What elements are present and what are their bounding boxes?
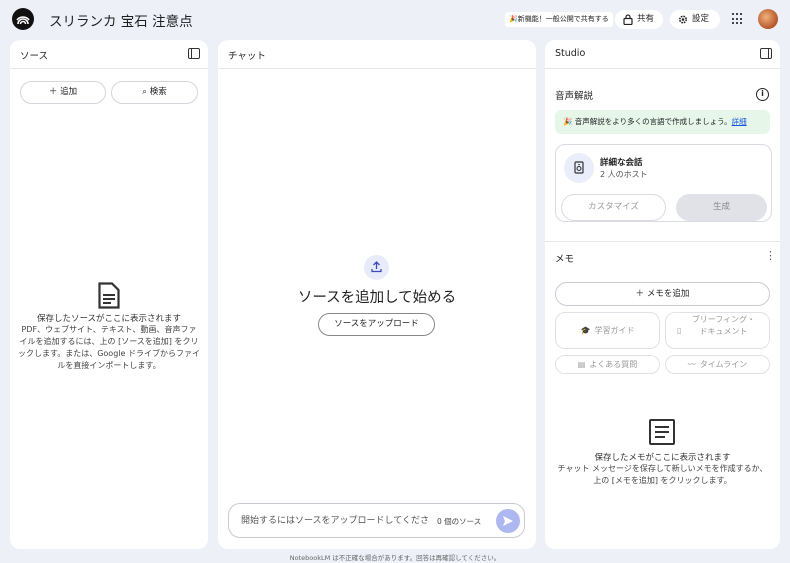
settings-label: 設定: [692, 14, 710, 24]
timeline-label: タイムライン: [699, 360, 748, 369]
announcement-badge[interactable]: 🎉新機能！一般公開で共有する: [505, 12, 613, 27]
share-button[interactable]: 共有: [615, 10, 663, 29]
chat-panel: チャット ソースを追加して始める ソースをアップロード 0 個のソース: [218, 40, 536, 549]
audio-language-banner: 🎉 音声解説をより多くの言語で作成しましょう。詳細: [555, 110, 770, 134]
studio-divider: [545, 241, 780, 242]
timeline-button[interactable]: 〰タイムライン: [665, 355, 770, 374]
faq-label: よくある質問: [589, 360, 638, 369]
timeline-icon: 〰: [687, 360, 696, 369]
sources-panel: ソース ＋ 追加 ⌕ 検索 保存したソースがここに表示されます PDF、ウェブサ…: [10, 40, 208, 549]
search-source-button[interactable]: ⌕ 検索: [111, 81, 198, 104]
faq-button[interactable]: ▤ よくある質問: [555, 355, 660, 374]
sources-title: ソース: [20, 51, 49, 62]
lock-icon: [623, 14, 633, 25]
notebook-title[interactable]: スリランカ 宝石 注意点: [49, 10, 193, 30]
collapse-sources-icon[interactable]: [188, 48, 200, 59]
send-button[interactable]: [496, 509, 520, 533]
sources-empty-title: 保存したソースがここに表示されます: [36, 314, 182, 324]
top-bar: スリランカ 宝石 注意点 🎉新機能！一般公開で共有する 共有 設定: [0, 0, 790, 38]
search-label: 検索: [149, 87, 167, 97]
discover-icon: ⌕: [142, 87, 150, 97]
speaker-icon: [564, 153, 594, 183]
share-label: 共有: [637, 14, 655, 24]
avatar[interactable]: [758, 9, 778, 29]
conversation-title: 詳細な会話: [600, 158, 643, 168]
disclaimer-footer: NotebookLM は不正確な場合があります。回答は再確認してください。: [289, 554, 501, 562]
notebooklm-logo-icon[interactable]: [12, 8, 34, 30]
audio-overview-title: 音声解説: [555, 91, 594, 102]
add-memo-button[interactable]: ＋ メモを追加: [555, 282, 770, 306]
generate-button[interactable]: 生成: [676, 194, 767, 221]
briefing-doc-button[interactable]: ▯ ブリーフィング・ドキュメント: [665, 312, 770, 349]
settings-button[interactable]: 設定: [670, 10, 720, 29]
briefing-doc-label: ブリーフィング・ドキュメント: [691, 315, 756, 336]
document-icon: [98, 282, 120, 309]
graduation-cap-icon: 🎓: [580, 326, 591, 335]
source-count: 0 個のソース: [437, 517, 482, 526]
audio-conversation-card: 詳細な会話 2 人のホスト カスタマイズ 生成: [555, 144, 772, 222]
announcement-text: 新機能！一般公開で共有する: [517, 15, 609, 23]
collapse-studio-icon[interactable]: [760, 48, 772, 59]
memo-empty-body: チャット メッセージを保存して新しいメモを作成するか、上の [メモを追加] をク…: [557, 464, 768, 485]
chat-title: チャット: [228, 51, 266, 62]
chat-input-container: 0 個のソース: [228, 503, 525, 538]
studio-header: Studio: [545, 40, 780, 69]
apps-grid-icon[interactable]: [732, 13, 744, 25]
more-options-icon[interactable]: ⋮: [765, 250, 776, 262]
faq-icon: ▤: [577, 360, 586, 369]
party-icon: 🎉: [563, 117, 575, 126]
conversation-subtitle: 2 人のホスト: [600, 170, 648, 179]
add-source-button[interactable]: ＋ 追加: [20, 81, 106, 104]
memo-empty-title: 保存したメモがここに表示されます: [594, 453, 731, 463]
audio-banner-link[interactable]: 詳細: [732, 117, 747, 126]
audio-banner-text: 音声解説をより多くの言語で作成しましょう。: [574, 117, 732, 126]
chat-header: チャット: [218, 40, 536, 69]
study-guide-label: 学習ガイド: [594, 326, 635, 335]
chat-input[interactable]: [241, 514, 428, 528]
studio-title: Studio: [555, 48, 586, 59]
upload-source-button[interactable]: ソースをアップロード: [318, 313, 435, 336]
send-icon: [503, 516, 513, 526]
document-icon: ▯: [677, 326, 682, 335]
upload-icon: [364, 255, 389, 280]
studio-panel: Studio 音声解説 i 🎉 音声解説をより多くの言語で作成しましょう。詳細 …: [545, 40, 780, 549]
sources-header: ソース: [10, 40, 208, 69]
gear-icon: [678, 15, 688, 24]
study-guide-button[interactable]: 🎓 学習ガイド: [555, 312, 660, 349]
chat-empty-heading: ソースを追加して始める: [297, 290, 457, 306]
note-icon: [649, 419, 675, 445]
memo-title: メモ: [555, 254, 575, 265]
customize-button[interactable]: カスタマイズ: [561, 194, 666, 221]
info-icon[interactable]: i: [756, 88, 769, 101]
sources-empty-body: PDF、ウェブサイト、テキスト、動画、音声ファイルを追加するには、上の [ソース…: [18, 325, 200, 370]
